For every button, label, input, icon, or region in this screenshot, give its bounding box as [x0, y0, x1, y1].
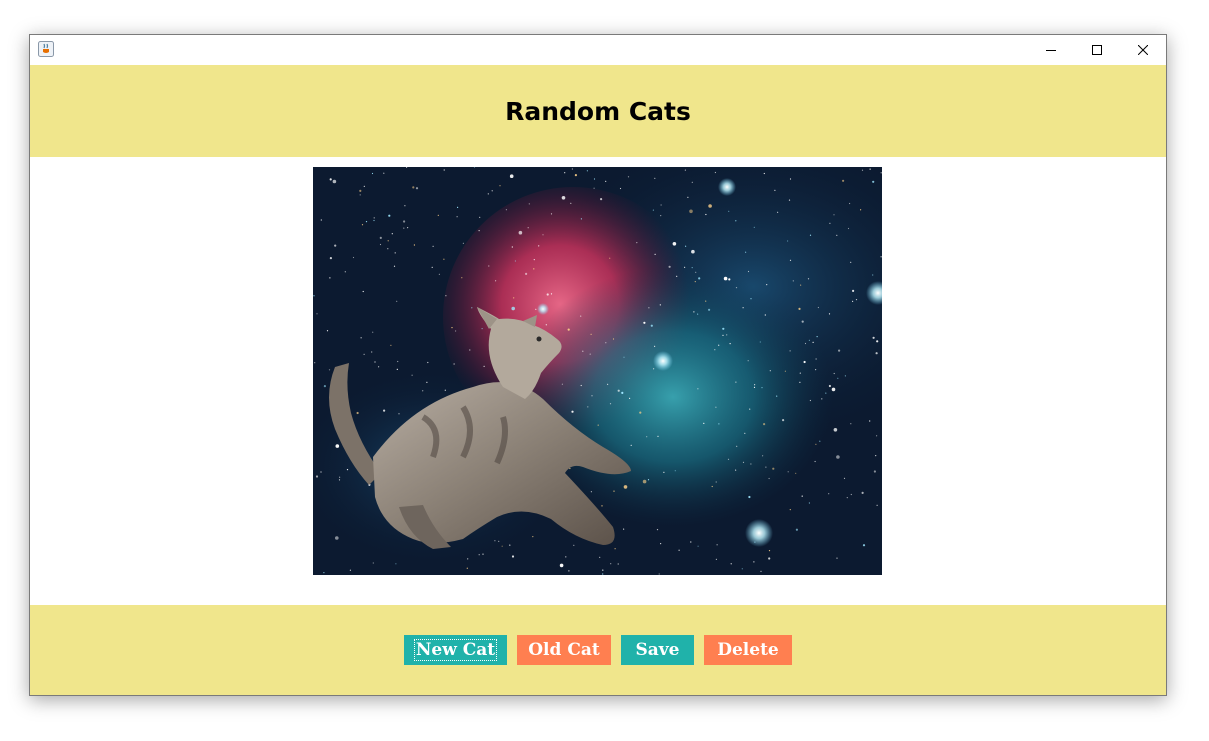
page-title: Random Cats	[505, 96, 691, 126]
java-app-icon	[38, 41, 54, 57]
title-bar[interactable]	[30, 35, 1166, 65]
new-cat-label: New Cat	[413, 639, 498, 661]
cat-image	[313, 167, 882, 575]
close-button[interactable]	[1120, 35, 1166, 65]
save-button[interactable]: Save	[621, 635, 694, 665]
app-window: Random Cats New Cat Old Cat Save Delete	[29, 34, 1167, 696]
new-cat-button[interactable]: New Cat	[404, 635, 507, 665]
minimize-button[interactable]	[1028, 35, 1074, 65]
old-cat-button[interactable]: Old Cat	[517, 635, 611, 665]
maximize-icon	[1092, 45, 1102, 55]
header-panel: Random Cats	[30, 65, 1166, 157]
button-panel: New Cat Old Cat Save Delete	[30, 605, 1166, 695]
maximize-button[interactable]	[1074, 35, 1120, 65]
delete-button[interactable]: Delete	[704, 635, 792, 665]
close-icon	[1138, 45, 1148, 55]
image-panel	[30, 157, 1166, 605]
minimize-icon	[1046, 50, 1056, 51]
